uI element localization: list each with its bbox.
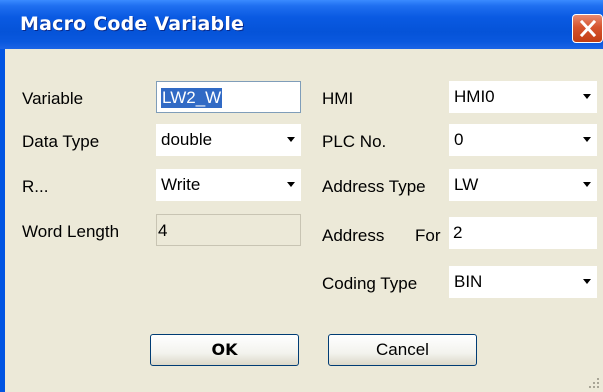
coding-type-label: Coding Type — [322, 274, 418, 293]
address-value: 2 — [453, 223, 463, 242]
coding-type-select[interactable]: BIN — [449, 266, 597, 298]
plc-no-value: 0 — [454, 130, 464, 149]
read-write-select[interactable]: Write — [156, 169, 301, 201]
title-bar[interactable]: Macro Code Variable — [0, 0, 603, 49]
hmi-value: HMI0 — [454, 87, 495, 106]
chevron-down-icon[interactable] — [583, 137, 591, 142]
chevron-down-icon[interactable] — [583, 94, 591, 99]
cancel-button[interactable]: Cancel — [328, 334, 477, 366]
dialog-window: Macro Code Variable Variable LW2_W Data … — [0, 0, 603, 392]
chevron-down-icon[interactable] — [583, 279, 591, 284]
close-icon — [579, 20, 597, 37]
read-write-value: Write — [161, 175, 201, 194]
address-label: Address — [322, 226, 385, 245]
address-format-label: For — [415, 226, 441, 245]
word-length-label: Word Length — [22, 222, 120, 241]
data-type-select[interactable]: double — [156, 124, 301, 156]
variable-label: Variable — [22, 89, 84, 108]
coding-type-value: BIN — [454, 272, 483, 291]
variable-input[interactable]: LW2_W — [156, 81, 301, 113]
chevron-down-icon[interactable] — [583, 182, 591, 187]
word-length-field: 4 — [156, 214, 301, 246]
hmi-select[interactable]: HMI0 — [449, 81, 597, 113]
data-type-value: double — [161, 130, 213, 149]
word-length-value: 4 — [158, 221, 168, 240]
address-type-label: Address Type — [322, 177, 426, 196]
hmi-label: HMI — [322, 89, 354, 108]
address-type-select[interactable]: LW — [449, 169, 597, 201]
dialog-body: Variable LW2_W Data Type double R... Wri… — [5, 49, 603, 392]
read-write-label: R... — [22, 177, 49, 196]
variable-value: LW2_W — [161, 88, 223, 108]
ok-button[interactable]: OK — [150, 334, 299, 366]
address-type-value: LW — [454, 175, 479, 194]
chevron-down-icon[interactable] — [287, 137, 295, 142]
data-type-label: Data Type — [22, 132, 100, 151]
plc-no-select[interactable]: 0 — [449, 124, 597, 156]
dialog-title: Macro Code Variable — [20, 13, 245, 35]
close-button[interactable] — [572, 14, 603, 43]
address-input[interactable]: 2 — [449, 217, 597, 249]
resize-grip-icon[interactable] — [588, 377, 600, 389]
chevron-down-icon[interactable] — [287, 182, 295, 187]
plc-no-label: PLC No. — [322, 132, 387, 151]
